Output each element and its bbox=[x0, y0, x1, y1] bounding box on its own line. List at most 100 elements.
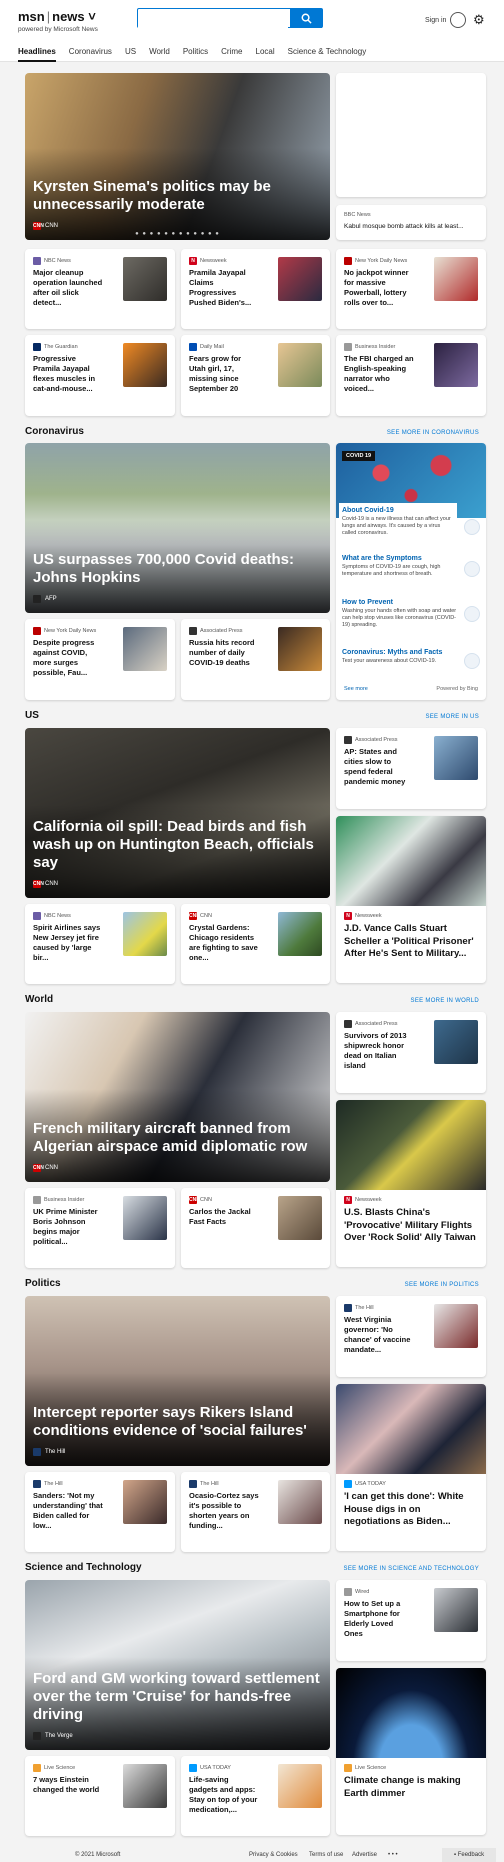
tall-story-card[interactable]: USA TODAY 'I can get this done': White H… bbox=[336, 1384, 486, 1551]
covid-item-prevent[interactable]: How to Prevent Washing your hands often w… bbox=[342, 599, 460, 629]
story-thumbnail bbox=[434, 1020, 478, 1064]
carousel-dots[interactable]: ● ● ● ● ● ● ● ● ● ● ● ● bbox=[25, 231, 330, 237]
story-title[interactable]: The FBI charged an English-speaking narr… bbox=[344, 354, 414, 394]
sign-in-link[interactable]: Sign in bbox=[425, 17, 446, 24]
gear-icon[interactable]: ⚙ bbox=[473, 12, 485, 28]
story-title[interactable]: 7 ways Einstein changed the world bbox=[33, 1775, 103, 1795]
tab-headlines[interactable]: Headlines bbox=[18, 47, 56, 62]
hero-story[interactable]: Kyrsten Sinema's politics may be unneces… bbox=[25, 73, 330, 240]
story-title[interactable]: AP: States and cities slow to spend fede… bbox=[344, 747, 414, 787]
story-card[interactable]: Business Insider UK Prime Minister Boris… bbox=[25, 1188, 175, 1268]
see-more-coronavirus[interactable]: SEE MORE IN CORONAVIRUS bbox=[387, 430, 479, 436]
side-title[interactable]: Kabul mosque bomb attack kills at least.… bbox=[344, 223, 464, 230]
story-title[interactable]: Carlos the Jackal Fast Facts bbox=[189, 1207, 259, 1227]
see-more-politics[interactable]: SEE MORE IN POLITICS bbox=[405, 1282, 479, 1288]
story-thumbnail bbox=[278, 343, 322, 387]
hero-title[interactable]: California oil spill: Dead birds and fis… bbox=[33, 818, 320, 872]
story-thumbnail bbox=[278, 627, 322, 671]
tall-story-card[interactable]: N Newsweek J.D. Vance Calls Stuart Schell… bbox=[336, 816, 486, 983]
story-card[interactable]: The Guardian Progressive Pramila Jayapal… bbox=[25, 335, 175, 416]
tall-story-card[interactable]: Live Science Climate change is making Ea… bbox=[336, 1668, 486, 1835]
story-title[interactable]: How to Set up a Smartphone for Elderly L… bbox=[344, 1599, 414, 1639]
search-input[interactable] bbox=[138, 10, 288, 28]
hero-story[interactable]: French military aircraft banned from Alg… bbox=[25, 1012, 330, 1182]
tab-politics[interactable]: Politics bbox=[183, 47, 208, 62]
story-card[interactable]: NBC News Spirit Airlines says New Jersey… bbox=[25, 904, 175, 984]
footer-link-terms[interactable]: Terms of use bbox=[309, 1852, 343, 1858]
story-title[interactable]: West Virginia governor: 'No chance' of v… bbox=[344, 1315, 414, 1355]
story-title[interactable]: Fears grow for Utah girl, 17, missing si… bbox=[189, 354, 259, 394]
story-title[interactable]: Survivors of 2013 shipwreck honor dead o… bbox=[344, 1031, 414, 1071]
hero-story[interactable]: Intercept reporter says Rikers Island co… bbox=[25, 1296, 330, 1466]
see-more-science[interactable]: SEE MORE IN SCIENCE AND TECHNOLOGY bbox=[344, 1566, 479, 1572]
footer-link-advertise[interactable]: Advertise bbox=[352, 1852, 377, 1858]
story-title[interactable]: J.D. Vance Calls Stuart Scheller a 'Poli… bbox=[344, 923, 478, 961]
story-card[interactable]: Associated Press Russia hits record numb… bbox=[181, 619, 330, 700]
story-card[interactable]: New York Daily News Despite progress aga… bbox=[25, 619, 175, 700]
hero-story[interactable]: US surpasses 700,000 Covid deaths: Johns… bbox=[25, 443, 330, 613]
covid-item-about[interactable]: About Covid-19 Covid-19 is a new illness … bbox=[339, 503, 457, 541]
story-title[interactable]: Spirit Airlines says New Jersey jet fire… bbox=[33, 923, 103, 963]
story-card[interactable]: Associated Press Survivors of 2013 shipw… bbox=[336, 1012, 486, 1093]
hero-title[interactable]: Ford and GM working toward settlement ov… bbox=[33, 1670, 320, 1724]
see-more-us[interactable]: SEE MORE IN US bbox=[425, 714, 479, 720]
story-title[interactable]: Russia hits record number of daily COVID… bbox=[189, 638, 259, 668]
story-title[interactable]: Sanders: 'Not my understanding' that Bid… bbox=[33, 1491, 103, 1531]
feedback-button[interactable]: ▪ Feedback bbox=[442, 1848, 496, 1862]
story-card[interactable]: Daily Mail Fears grow for Utah girl, 17,… bbox=[181, 335, 330, 416]
story-title[interactable]: Pramila Jayapal Claims Progressives Push… bbox=[189, 268, 259, 308]
story-card[interactable]: New York Daily News No jackpot winner fo… bbox=[336, 249, 486, 329]
story-card[interactable]: The Hill Ocasio-Cortez says it's possibl… bbox=[181, 1472, 330, 1552]
bi-logo-icon bbox=[33, 1196, 41, 1204]
covid-see-more[interactable]: See more bbox=[344, 686, 368, 692]
story-title[interactable]: Climate change is making Earth dimmer bbox=[344, 1775, 478, 1800]
story-title[interactable]: Major cleanup operation launched after o… bbox=[33, 268, 103, 308]
tab-science-technology[interactable]: Science & Technology bbox=[288, 47, 367, 62]
search-box[interactable] bbox=[137, 8, 323, 28]
see-more-world[interactable]: SEE MORE IN WORLD bbox=[411, 998, 479, 1004]
hero-story[interactable]: California oil spill: Dead birds and fis… bbox=[25, 728, 330, 898]
tab-local[interactable]: Local bbox=[256, 47, 275, 62]
story-card[interactable]: CNN CNN Carlos the Jackal Fast Facts bbox=[181, 1188, 330, 1268]
story-title[interactable]: Ocasio-Cortez says it's possible to shor… bbox=[189, 1491, 259, 1531]
story-thumbnail bbox=[123, 1196, 167, 1240]
side-story[interactable]: BBC News Kabul mosque bomb attack kills … bbox=[336, 205, 486, 240]
more-icon[interactable]: • • • bbox=[388, 1852, 398, 1858]
story-title[interactable]: Progressive Pramila Jayapal flexes muscl… bbox=[33, 354, 103, 394]
tab-us[interactable]: US bbox=[125, 47, 136, 62]
story-card[interactable]: N Newsweek Pramila Jayapal Claims Progres… bbox=[181, 249, 330, 329]
story-card[interactable]: The Hill Sanders: 'Not my understanding'… bbox=[25, 1472, 175, 1552]
story-title[interactable]: 'I can get this done': White House digs … bbox=[344, 1491, 478, 1529]
hero-title[interactable]: US surpasses 700,000 Covid deaths: Johns… bbox=[33, 551, 320, 587]
story-title[interactable]: Crystal Gardens: Chicago residents are f… bbox=[189, 923, 259, 963]
msn-logo[interactable]: msn | news ˅ bbox=[18, 9, 96, 24]
hero-title[interactable]: Kyrsten Sinema's politics may be unneces… bbox=[33, 178, 320, 214]
hero-title[interactable]: French military aircraft banned from Alg… bbox=[33, 1120, 320, 1156]
story-card[interactable]: Business Insider The FBI charged an Engl… bbox=[336, 335, 486, 416]
covid-item-symptoms[interactable]: What are the Symptoms Symptoms of COVID-1… bbox=[342, 555, 460, 578]
story-card[interactable]: CNN CNN Crystal Gardens: Chicago resident… bbox=[181, 904, 330, 984]
tab-world[interactable]: World bbox=[149, 47, 170, 62]
story-card[interactable]: Wired How to Set up a Smartphone for Eld… bbox=[336, 1580, 486, 1661]
tab-crime[interactable]: Crime bbox=[221, 47, 242, 62]
search-button[interactable] bbox=[290, 9, 322, 28]
story-title[interactable]: Life-saving gadgets and apps: Stay on to… bbox=[189, 1775, 259, 1815]
story-card[interactable]: The Hill West Virginia governor: 'No cha… bbox=[336, 1296, 486, 1377]
story-title[interactable]: U.S. Blasts China's 'Provocative' Milita… bbox=[344, 1207, 478, 1245]
story-title[interactable]: No jackpot winner for massive Powerball,… bbox=[344, 268, 414, 308]
story-title[interactable]: Despite progress against COVID, more sur… bbox=[33, 638, 103, 678]
story-card[interactable]: NBC News Major cleanup operation launche… bbox=[25, 249, 175, 329]
covid-item-myths[interactable]: Coronavirus: Myths and Facts Test your aw… bbox=[342, 649, 460, 665]
story-card[interactable]: Associated Press AP: States and cities s… bbox=[336, 728, 486, 809]
story-card[interactable]: USA TODAY Life-saving gadgets and apps: … bbox=[181, 1756, 330, 1836]
story-title[interactable]: UK Prime Minister Boris Johnson begins m… bbox=[33, 1207, 103, 1247]
tall-story-card[interactable]: N Newsweek U.S. Blasts China's 'Provocati… bbox=[336, 1100, 486, 1267]
avatar-icon[interactable] bbox=[450, 12, 466, 28]
nbc-logo-icon bbox=[33, 257, 41, 265]
hero-title[interactable]: Intercept reporter says Rikers Island co… bbox=[33, 1404, 320, 1440]
footer-link-privacy[interactable]: Privacy & Cookies bbox=[249, 1852, 298, 1858]
story-card[interactable]: Live Science 7 ways Einstein changed the… bbox=[25, 1756, 175, 1836]
hero-story[interactable]: Ford and GM working toward settlement ov… bbox=[25, 1580, 330, 1750]
header: msn | news ˅ powered by Microsoft News Sig… bbox=[0, 0, 504, 62]
tab-coronavirus[interactable]: Coronavirus bbox=[69, 47, 112, 62]
